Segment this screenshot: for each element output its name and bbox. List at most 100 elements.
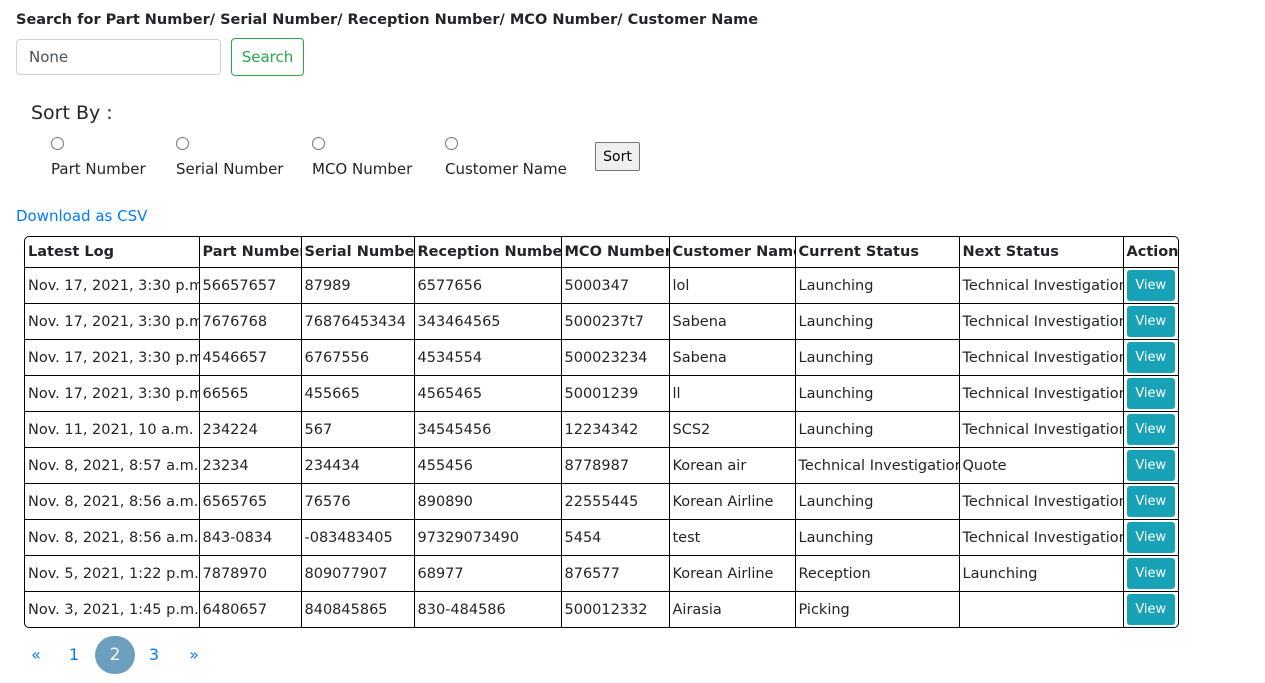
table-cell: 22555445 (560, 483, 670, 520)
table-cell: Nov. 17, 2021, 3:30 p.m. (25, 339, 200, 376)
search-button[interactable]: Search (231, 38, 304, 76)
sort-radio-serial-number[interactable] (176, 137, 189, 150)
table-cell: SCS2 (668, 411, 796, 448)
table-cell: 4565465 (413, 375, 562, 412)
column-header: MCO Number (560, 237, 670, 268)
view-button[interactable]: View (1126, 270, 1175, 301)
table-cell: 6577656 (413, 267, 562, 304)
table-cell: 5000237t7 (560, 303, 670, 340)
column-header: Part Number (198, 237, 302, 268)
table-cell: 567 (300, 411, 415, 448)
view-button[interactable]: View (1126, 342, 1175, 373)
column-header: Reception Number (413, 237, 562, 268)
table-cell: 8778987 (560, 447, 670, 484)
table-row: Nov. 11, 2021, 10 a.m. 234224 567 34545456 1… (25, 411, 1178, 448)
table-cell: Technical Investigation (958, 303, 1124, 340)
pagination-page-3[interactable]: 3 (134, 636, 174, 674)
table-cell: Launching (794, 267, 960, 304)
table-cell: Launching (794, 303, 960, 340)
action-cell: View (1122, 591, 1178, 627)
sort-radio-part-number[interactable] (51, 137, 64, 150)
table-cell: Picking (794, 591, 960, 627)
download-csv-link[interactable]: Download as CSV (16, 207, 147, 225)
table-cell: Nov. 5, 2021, 1:22 p.m. (25, 555, 200, 592)
column-header: Action (1122, 237, 1178, 268)
table-row: Nov. 17, 2021, 3:30 p.m. 4546657 6767556 45… (25, 339, 1178, 376)
table-cell: Technical Investigation (958, 267, 1124, 304)
table-cell: 56657657 (198, 267, 302, 304)
table-cell: 4534554 (413, 339, 562, 376)
view-button[interactable]: View (1126, 306, 1175, 337)
table-cell: Launching (794, 483, 960, 520)
logs-table: Latest Log Part Number Serial Number Recept… (24, 236, 1179, 628)
table-cell: 890890 (413, 483, 562, 520)
table-cell: Launching (794, 519, 960, 556)
sort-label-customer-name: Customer Name (445, 160, 567, 178)
table-cell (958, 591, 1124, 627)
view-button[interactable]: View (1126, 450, 1175, 481)
search-label: Search for Part Number/ Serial Number/ R… (16, 12, 759, 28)
action-cell: View (1122, 483, 1178, 520)
view-button[interactable]: View (1126, 414, 1175, 445)
table-cell: 830-484586 (413, 591, 562, 627)
table-row: Nov. 3, 2021, 1:45 p.m. 6480657 840845865 8… (25, 591, 1178, 627)
table-cell: Nov. 17, 2021, 3:30 p.m. (25, 375, 200, 412)
table-cell: 4546657 (198, 339, 302, 376)
table-cell: Nov. 8, 2021, 8:57 a.m. (25, 447, 200, 484)
table-row: Nov. 8, 2021, 8:57 a.m. 23234 234434 455456… (25, 447, 1178, 484)
table-cell: 6767556 (300, 339, 415, 376)
pagination-prev[interactable]: « (16, 636, 56, 674)
sort-radio-customer-name[interactable] (445, 137, 458, 150)
table-row: Nov. 8, 2021, 8:56 a.m. 843-0834 -08348340… (25, 519, 1178, 556)
table-row: Nov. 17, 2021, 3:30 p.m. 7676768 768764534… (25, 303, 1178, 340)
table-cell: Technical Investigation (958, 411, 1124, 448)
table-cell: 68977 (413, 555, 562, 592)
pagination-page-1[interactable]: 1 (54, 636, 94, 674)
table-cell: 5000347 (560, 267, 670, 304)
sort-title: Sort By : (31, 102, 113, 124)
table-cell: Sabena (668, 303, 796, 340)
table-cell: Sabena (668, 339, 796, 376)
table-cell: 76576 (300, 483, 415, 520)
table-cell: Nov. 8, 2021, 8:56 a.m. (25, 483, 200, 520)
pagination-page-2[interactable]: 2 (95, 636, 135, 674)
action-cell: View (1122, 555, 1178, 592)
table-cell: Nov. 17, 2021, 3:30 p.m. (25, 303, 200, 340)
table-cell: -083483405 (300, 519, 415, 556)
table-cell: 840845865 (300, 591, 415, 627)
sort-button[interactable]: Sort (595, 142, 640, 171)
action-cell: View (1122, 447, 1178, 484)
table-cell: Technical Investigation (958, 483, 1124, 520)
view-button[interactable]: View (1126, 378, 1175, 409)
table-cell: test (668, 519, 796, 556)
table-cell: 843-0834 (198, 519, 302, 556)
view-button[interactable]: View (1126, 594, 1175, 625)
sort-radio-mco-number[interactable] (312, 137, 325, 150)
table-cell: 234434 (300, 447, 415, 484)
view-button[interactable]: View (1126, 558, 1175, 589)
table-cell: Korean Airline (668, 555, 796, 592)
table-cell: Launching (794, 375, 960, 412)
table-cell: 455665 (300, 375, 415, 412)
table-cell: ll (668, 375, 796, 412)
table-cell: 7676768 (198, 303, 302, 340)
search-input[interactable] (16, 39, 221, 75)
view-button[interactable]: View (1126, 522, 1175, 553)
table-cell: 500012332 (560, 591, 670, 627)
table-cell: 455456 (413, 447, 562, 484)
table-cell: Nov. 8, 2021, 8:56 a.m. (25, 519, 200, 556)
table-cell: Korean Airline (668, 483, 796, 520)
column-header: Serial Number (300, 237, 415, 268)
action-cell: View (1122, 375, 1178, 412)
column-header: Current Status (794, 237, 960, 268)
pagination-next[interactable]: » (174, 636, 214, 674)
table-cell: 6565765 (198, 483, 302, 520)
table-cell: Quote (958, 447, 1124, 484)
table-cell: Nov. 17, 2021, 3:30 p.m. (25, 267, 200, 304)
table-cell: 5454 (560, 519, 670, 556)
table-cell: Nov. 3, 2021, 1:45 p.m. (25, 591, 200, 627)
table-cell: 97329073490 (413, 519, 562, 556)
table-cell: 500023234 (560, 339, 670, 376)
view-button[interactable]: View (1126, 486, 1175, 517)
table-header-row: Latest Log Part Number Serial Number Recept… (25, 237, 1178, 268)
